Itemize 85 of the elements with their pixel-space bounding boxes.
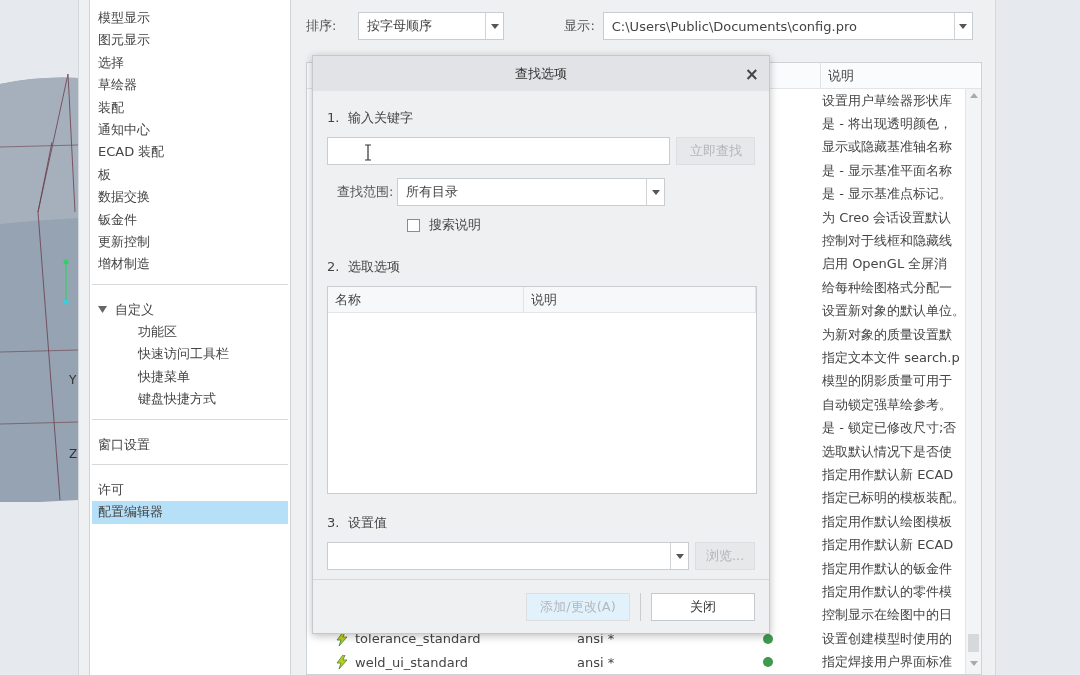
option-description: 为 Creo 会话设置默认 [822,208,952,227]
collapse-caret-icon[interactable] [98,305,107,315]
sidebar-item[interactable]: 模型显示 [92,7,288,30]
option-description: 设置创建模型时使用的 [822,629,952,648]
option-description: 指定用作默认新 ECAD [822,465,954,484]
close-button[interactable]: × [744,64,759,84]
sort-dropdown[interactable]: 按字母顺序 [358,12,505,40]
option-description: 指定用作默认绘图模板 [822,512,952,531]
column-header[interactable]: 名称 [328,287,524,312]
step-label: 1. 输入关键字 [327,109,414,127]
option-value: ansi * [577,654,615,670]
option-description: 是 - 显示基准点标记。 [822,185,952,204]
column-header[interactable]: 说明 [820,63,854,88]
sidebar-item-label: 自定义 [115,300,154,319]
config-file-dropdown[interactable]: C:\Users\Public\Documents\config.pro [602,12,973,40]
sort-label: 排序: [306,17,337,35]
option-name: tolerance_standard [355,631,481,647]
option-description: 显示或隐藏基准轴名称 [822,138,952,157]
option-description: 设置用户草绘器形状库 [822,91,952,110]
option-description: 选取默认情况下是否使 [822,442,952,461]
value-combobox[interactable] [327,542,690,570]
scope-dropdown[interactable]: 所有目录 [397,178,666,206]
option-description: 自动锁定强草绘参考。 [822,395,952,414]
sidebar-item[interactable]: ECAD 装配 [92,141,288,164]
scope-label: 查找范围: [337,183,394,201]
show-label: 显示: [564,17,595,35]
dialog-title: 查找选项 [515,64,567,83]
sidebar-item[interactable]: 增材制造 [92,253,288,276]
sidebar-item[interactable]: 板 [92,163,288,187]
search-description-checkbox[interactable]: 搜索说明 [407,216,755,234]
option-description: 控制显示在绘图中的日 [822,606,952,625]
sidebar-item[interactable]: 配置编辑器 [92,501,288,524]
vertical-scrollbar[interactable] [965,89,981,674]
sidebar-item[interactable]: 钣金件 [92,208,288,231]
step-label: 2. 选取选项 [327,258,401,276]
option-description: 指定焊接用户界面标准 [822,653,952,672]
dropdown-arrow-icon [959,23,968,29]
option-description: 给每种绘图格式分配一 [822,278,952,297]
sidebar-item[interactable]: 更新控制 [92,230,288,254]
option-description: 控制对于线框和隐藏线 [822,232,952,251]
option-description: 模型的阴影质量可用于 [822,372,952,391]
sidebar-item[interactable]: 通知中心 [92,118,288,142]
sidebar-item[interactable]: 自定义 [92,298,288,322]
axis-label: Y [69,373,77,387]
checkbox-icon[interactable] [407,218,420,232]
sidebar-item[interactable]: 装配 [92,96,288,119]
lightning-icon [335,631,349,646]
dropdown-arrow-icon [651,189,660,195]
sidebar-item[interactable]: 快速访问工具栏 [92,343,288,366]
options-list[interactable]: 名称 说明 [327,286,757,494]
column-header[interactable]: 说明 [524,287,756,312]
option-description: 设置新对象的默认单位。 [822,302,965,321]
text-cursor-icon [364,144,372,161]
sidebar-item[interactable]: 许可 [92,479,288,502]
keyword-field[interactable] [327,137,671,165]
sidebar-item[interactable]: 键盘快捷方式 [92,388,288,411]
close-dialog-button[interactable]: 关闭 [651,592,755,621]
option-description: 为新对象的质量设置默 [822,325,952,344]
option-description: 指定用作默认的零件模 [822,582,952,601]
sidebar-item[interactable]: 功能区 [92,321,288,344]
dropdown-arrow-icon [490,23,499,29]
sidebar-item[interactable]: 选择 [92,51,288,75]
checkbox-label: 搜索说明 [429,216,481,234]
sidebar-item[interactable]: 草绘器 [92,74,288,97]
option-description: 指定用作默认的钣金件 [822,559,952,578]
step-label: 3. 设置值 [327,514,388,532]
sidebar-item[interactable]: 窗口设置 [92,433,288,457]
dropdown-arrow-icon [675,553,684,559]
scroll-up-icon[interactable] [969,93,978,98]
option-description: 指定已标明的模板装配。 [822,489,965,508]
option-value: ansi * [577,631,615,647]
scroll-thumb[interactable] [968,634,979,652]
option-name: weld_ui_standard [355,654,468,670]
axis-label: Z [69,447,78,461]
option-description: 是 - 锁定已修改尺寸;否 [822,419,957,438]
scroll-down-icon[interactable] [969,661,978,666]
option-description: 指定文本文件 search.p [822,349,960,367]
lightning-icon [335,655,349,670]
sidebar-item[interactable]: 快捷菜单 [92,365,288,389]
sidebar-item[interactable]: 图元显示 [92,29,288,52]
option-description: 是 - 显示基准平面名称 [822,161,952,180]
option-description: 指定用作默认新 ECAD [822,536,954,555]
option-description: 是 - 将出现透明颜色， [822,115,952,134]
option-description: 启用 OpenGL 全屏消 [822,255,948,274]
sidebar-item[interactable]: 数据交换 [92,186,288,209]
